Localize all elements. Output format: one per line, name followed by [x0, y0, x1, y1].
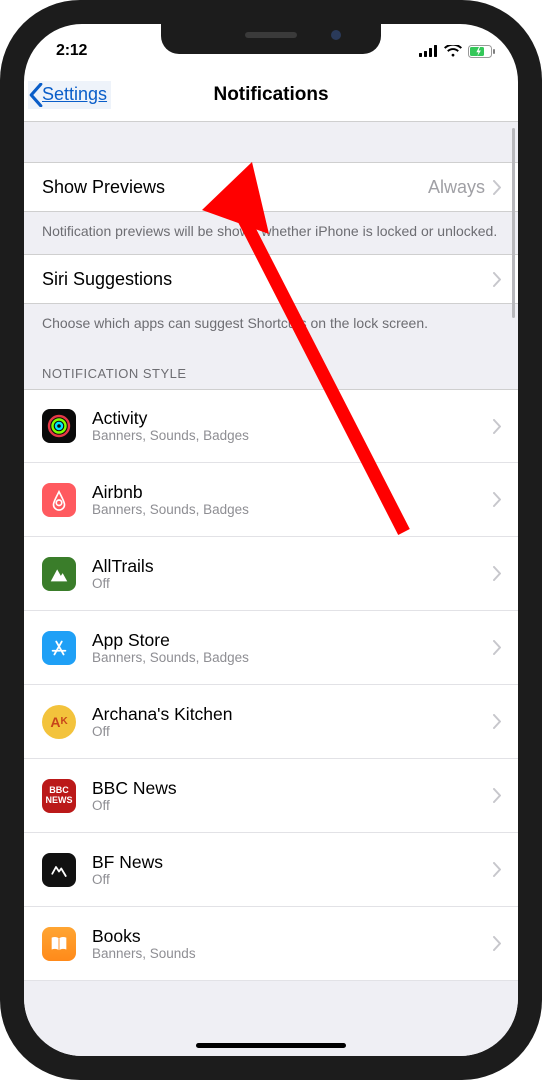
- app-text: BF NewsOff: [92, 852, 493, 888]
- app-name: App Store: [92, 630, 493, 650]
- app-text: Archana's KitchenOff: [92, 704, 493, 740]
- app-row-app-store[interactable]: App StoreBanners, Sounds, Badges: [24, 611, 518, 685]
- app-text: ActivityBanners, Sounds, Badges: [92, 408, 493, 444]
- chevron-right-icon: [493, 714, 502, 729]
- app-text: BooksBanners, Sounds: [92, 926, 493, 962]
- app-row-bbc-news[interactable]: BBCNEWS BBC NewsOff: [24, 759, 518, 833]
- app-row-activity[interactable]: ActivityBanners, Sounds, Badges: [24, 389, 518, 463]
- wifi-icon: [444, 45, 462, 57]
- app-sub: Off: [92, 576, 493, 592]
- app-icon: [42, 631, 76, 665]
- chevron-right-icon: [493, 788, 502, 803]
- app-row-bf-news[interactable]: BF NewsOff: [24, 833, 518, 907]
- app-name: Airbnb: [92, 482, 493, 502]
- siri-suggestions-row[interactable]: Siri Suggestions: [24, 254, 518, 304]
- screen: 2:12 Settings Notifications Show Preview…: [24, 24, 518, 1056]
- chevron-right-icon: [493, 419, 502, 434]
- app-name: AllTrails: [92, 556, 493, 576]
- app-name: BF News: [92, 852, 493, 872]
- app-sub: Banners, Sounds: [92, 946, 493, 962]
- notifications-content[interactable]: Show Previews Always Notification previe…: [24, 122, 518, 1056]
- app-sub: Off: [92, 872, 493, 888]
- app-icon: [42, 927, 76, 961]
- chevron-right-icon: [493, 272, 502, 287]
- app-name: Activity: [92, 408, 493, 428]
- app-sub: Off: [92, 724, 493, 740]
- app-icon: [42, 557, 76, 591]
- siri-suggestions-label: Siri Suggestions: [42, 269, 493, 290]
- scroll-indicator: [512, 128, 515, 318]
- home-indicator[interactable]: [196, 1043, 346, 1048]
- app-list: ActivityBanners, Sounds, BadgesAirbnbBan…: [24, 389, 518, 981]
- back-button[interactable]: Settings: [28, 81, 111, 109]
- chevron-right-icon: [493, 566, 502, 581]
- app-icon: AK: [42, 705, 76, 739]
- chevron-right-icon: [493, 936, 502, 951]
- app-sub: Banners, Sounds, Badges: [92, 650, 493, 666]
- siri-suggestions-footer: Choose which apps can suggest Shortcuts …: [24, 304, 518, 346]
- notch: [161, 24, 381, 54]
- battery-icon: [468, 45, 496, 58]
- app-name: Archana's Kitchen: [92, 704, 493, 724]
- show-previews-row[interactable]: Show Previews Always: [24, 162, 518, 212]
- app-icon: [42, 409, 76, 443]
- app-name: BBC News: [92, 778, 493, 798]
- app-row-books[interactable]: BooksBanners, Sounds: [24, 907, 518, 981]
- app-text: AllTrailsOff: [92, 556, 493, 592]
- app-row-airbnb[interactable]: AirbnbBanners, Sounds, Badges: [24, 463, 518, 537]
- show-previews-footer: Notification previews will be shown whet…: [24, 212, 518, 254]
- app-sub: Banners, Sounds, Badges: [92, 428, 493, 444]
- app-sub: Banners, Sounds, Badges: [92, 502, 493, 518]
- app-row-alltrails[interactable]: AllTrailsOff: [24, 537, 518, 611]
- chevron-right-icon: [493, 862, 502, 877]
- app-text: App StoreBanners, Sounds, Badges: [92, 630, 493, 666]
- app-sub: Off: [92, 798, 493, 814]
- app-text: AirbnbBanners, Sounds, Badges: [92, 482, 493, 518]
- cellular-icon: [419, 45, 438, 57]
- phone-frame: 2:12 Settings Notifications Show Preview…: [0, 0, 542, 1080]
- app-text: BBC NewsOff: [92, 778, 493, 814]
- chevron-right-icon: [493, 492, 502, 507]
- chevron-right-icon: [493, 180, 502, 195]
- app-row-archana-s-kitchen[interactable]: AK Archana's KitchenOff: [24, 685, 518, 759]
- app-icon: [42, 853, 76, 887]
- app-icon: BBCNEWS: [42, 779, 76, 813]
- app-name: Books: [92, 926, 493, 946]
- app-icon: [42, 483, 76, 517]
- nav-bar: Settings Notifications: [24, 68, 518, 122]
- chevron-right-icon: [493, 640, 502, 655]
- status-time: 2:12: [56, 42, 87, 60]
- show-previews-value: Always: [428, 177, 485, 198]
- back-label: Settings: [42, 84, 107, 105]
- notification-style-header: NOTIFICATION STYLE: [24, 346, 518, 389]
- show-previews-label: Show Previews: [42, 177, 428, 198]
